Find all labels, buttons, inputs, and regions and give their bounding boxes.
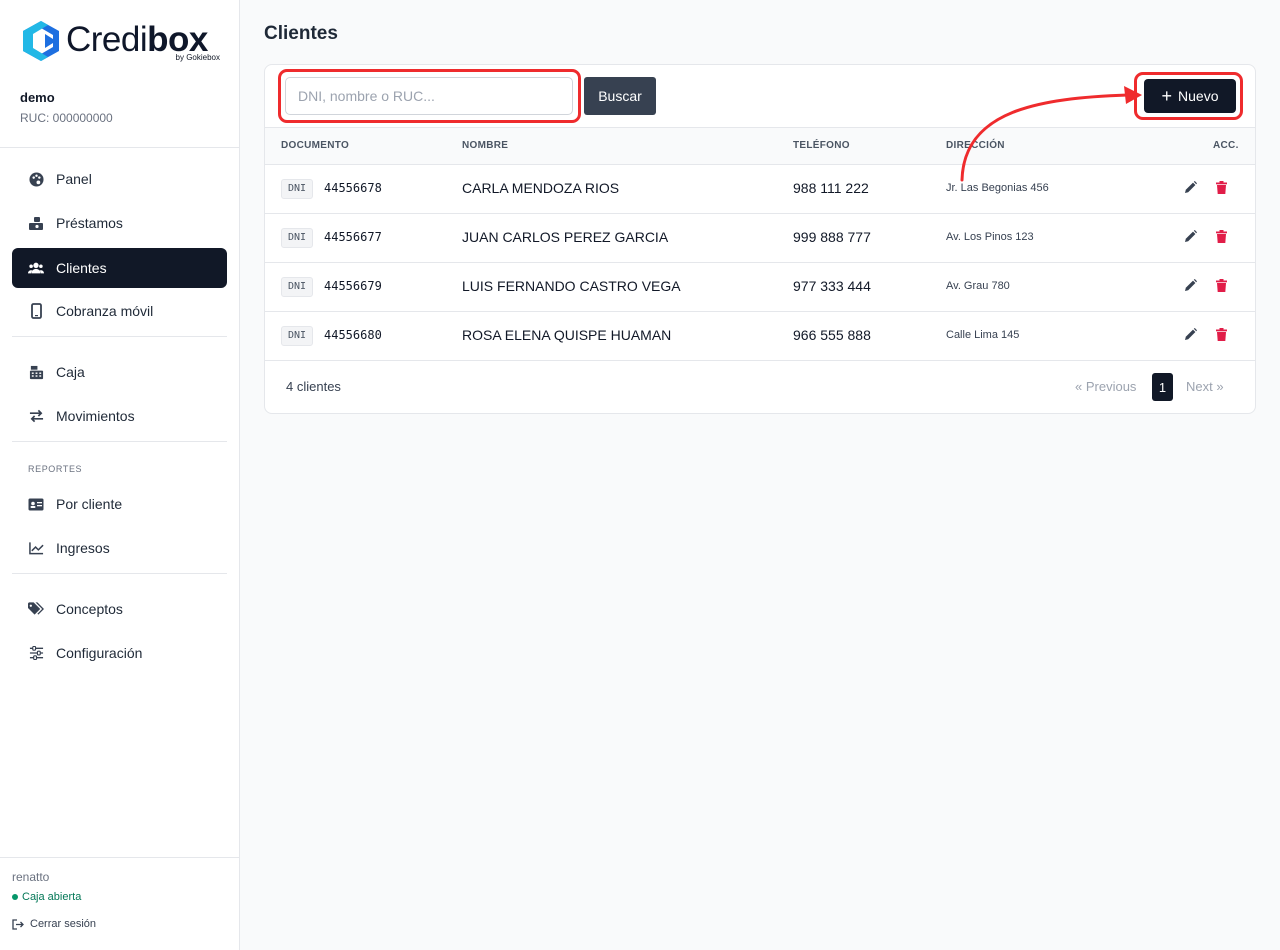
sidebar-item-label: Préstamos [56, 215, 123, 231]
sidebar-item-panel[interactable]: Panel [12, 159, 227, 199]
sliders-icon [28, 645, 44, 661]
caja-status-badge: Caja abierta [12, 891, 81, 903]
pagination-page-current[interactable]: 1 [1152, 373, 1173, 401]
sidebar-divider [12, 573, 227, 574]
line-chart-icon [28, 540, 44, 556]
client-name: JUAN CARLOS PEREZ GARCIA [462, 229, 669, 245]
sidebar-item-ingresos[interactable]: Ingresos [12, 528, 227, 568]
pencil-icon[interactable] [1184, 181, 1198, 195]
buscar-button[interactable]: Buscar [584, 77, 656, 115]
money-hand-icon [28, 215, 44, 231]
users-icon [28, 260, 44, 276]
sidebar: Credibox by Gokiebox demo RUC: 000000000… [0, 0, 240, 950]
sidebar-item-clientes[interactable]: Clientes [12, 248, 227, 288]
sidebar-item-por-cliente[interactable]: Por cliente [12, 484, 227, 524]
table-header: DOCUMENTO NOMBRE TELÉFONO DIRECCIÓN ACC. [265, 127, 1255, 165]
user-info: renatto Caja abierta [12, 870, 81, 903]
annotation-highlight-nuevo [1134, 72, 1243, 120]
table-row[interactable]: DNI 44556678 CARLA MENDOZA RIOS 988 111 … [265, 165, 1255, 214]
caja-status-text: Caja abierta [22, 891, 82, 903]
company-info: demo RUC: 000000000 [20, 90, 113, 125]
pagination-previous[interactable]: « Previous [1075, 379, 1136, 394]
nav-section-reportes: REPORTES [28, 464, 83, 474]
table-row[interactable]: DNI 44556677 JUAN CARLOS PEREZ GARCIA 99… [265, 214, 1255, 263]
doc-number: 44556678 [324, 181, 382, 195]
client-phone: 977 333 444 [793, 278, 871, 294]
sidebar-divider [0, 857, 239, 858]
company-name: demo [20, 90, 55, 105]
client-phone: 966 555 888 [793, 327, 871, 343]
client-address: Jr. Las Begonias 456 [946, 182, 1049, 194]
annotation-highlight-search [278, 69, 581, 123]
client-name: LUIS FERNANDO CASTRO VEGA [462, 278, 681, 294]
status-dot-icon [12, 894, 18, 900]
sidebar-item-label: Cobranza móvil [56, 303, 154, 319]
palette-icon [28, 171, 44, 187]
doc-type-badge: DNI [281, 179, 314, 199]
sidebar-item-caja[interactable]: Caja [12, 352, 227, 392]
credibox-logo-icon [23, 21, 59, 61]
column-header-direccion[interactable]: DIRECCIÓN [946, 140, 1005, 151]
client-name: ROSA ELENA QUISPE HUAMAN [462, 327, 672, 343]
trash-icon[interactable] [1216, 181, 1230, 195]
sidebar-item-movimientos[interactable]: Movimientos [12, 396, 227, 436]
logout-icon [12, 918, 24, 930]
cash-register-icon [28, 364, 44, 380]
column-header-documento[interactable]: DOCUMENTO [281, 140, 349, 151]
sidebar-divider [12, 441, 227, 442]
sidebar-item-label: Panel [56, 171, 92, 187]
client-address: Calle Lima 145 [946, 329, 1020, 341]
sidebar-item-label: Por cliente [56, 496, 123, 512]
user-name: renatto [12, 870, 50, 884]
doc-type-badge: DNI [281, 326, 314, 346]
sidebar-item-conceptos[interactable]: Conceptos [12, 589, 227, 629]
client-address: Av. Los Pinos 123 [946, 231, 1034, 243]
table-row[interactable]: DNI 44556679 LUIS FERNANDO CASTRO VEGA 9… [265, 263, 1255, 312]
logo-subtitle: by Gokiebox [175, 53, 220, 62]
logout-link[interactable]: Cerrar sesión [12, 918, 96, 930]
pencil-icon[interactable] [1184, 328, 1198, 342]
trash-icon[interactable] [1216, 328, 1230, 342]
sidebar-item-cobranza[interactable]: Cobranza móvil [12, 291, 227, 331]
trash-icon[interactable] [1216, 279, 1230, 293]
company-ruc: RUC: 000000000 [20, 111, 113, 125]
column-header-acciones: ACC. [1213, 140, 1239, 151]
sidebar-item-label: Conceptos [56, 601, 123, 617]
page-title: Clientes [264, 23, 338, 44]
sidebar-item-label: Ingresos [56, 540, 110, 556]
sidebar-divider [0, 147, 239, 148]
client-phone: 999 888 777 [793, 229, 871, 245]
client-phone: 988 111 222 [793, 180, 869, 196]
clientes-count: 4 clientes [286, 379, 341, 394]
exchange-icon [28, 408, 44, 424]
sidebar-item-prestamos[interactable]: Préstamos [12, 203, 227, 243]
mobile-icon [28, 303, 44, 319]
client-address: Av. Grau 780 [946, 280, 1010, 292]
column-header-nombre[interactable]: NOMBRE [462, 140, 508, 151]
doc-type-badge: DNI [281, 277, 314, 297]
logo[interactable]: Credibox by Gokiebox [20, 20, 220, 64]
doc-type-badge: DNI [281, 228, 314, 248]
table-row[interactable]: DNI 44556680 ROSA ELENA QUISPE HUAMAN 96… [265, 312, 1255, 361]
doc-number: 44556680 [324, 328, 382, 342]
sidebar-divider [12, 336, 227, 337]
sidebar-item-configuracion[interactable]: Configuración [12, 633, 227, 673]
column-header-telefono[interactable]: TELÉFONO [793, 140, 850, 151]
sidebar-item-label: Caja [56, 364, 85, 380]
sidebar-item-label: Movimientos [56, 408, 135, 424]
doc-number: 44556677 [324, 230, 382, 244]
pencil-icon[interactable] [1184, 279, 1198, 293]
pagination-next[interactable]: Next » [1186, 379, 1224, 394]
trash-icon[interactable] [1216, 230, 1230, 244]
logout-label: Cerrar sesión [30, 918, 97, 930]
id-card-icon [28, 496, 44, 512]
tags-icon [28, 601, 44, 617]
pencil-icon[interactable] [1184, 230, 1198, 244]
client-name: CARLA MENDOZA RIOS [462, 180, 620, 196]
sidebar-item-label: Clientes [56, 260, 107, 276]
sidebar-item-label: Configuración [56, 645, 143, 661]
doc-number: 44556679 [324, 279, 382, 293]
